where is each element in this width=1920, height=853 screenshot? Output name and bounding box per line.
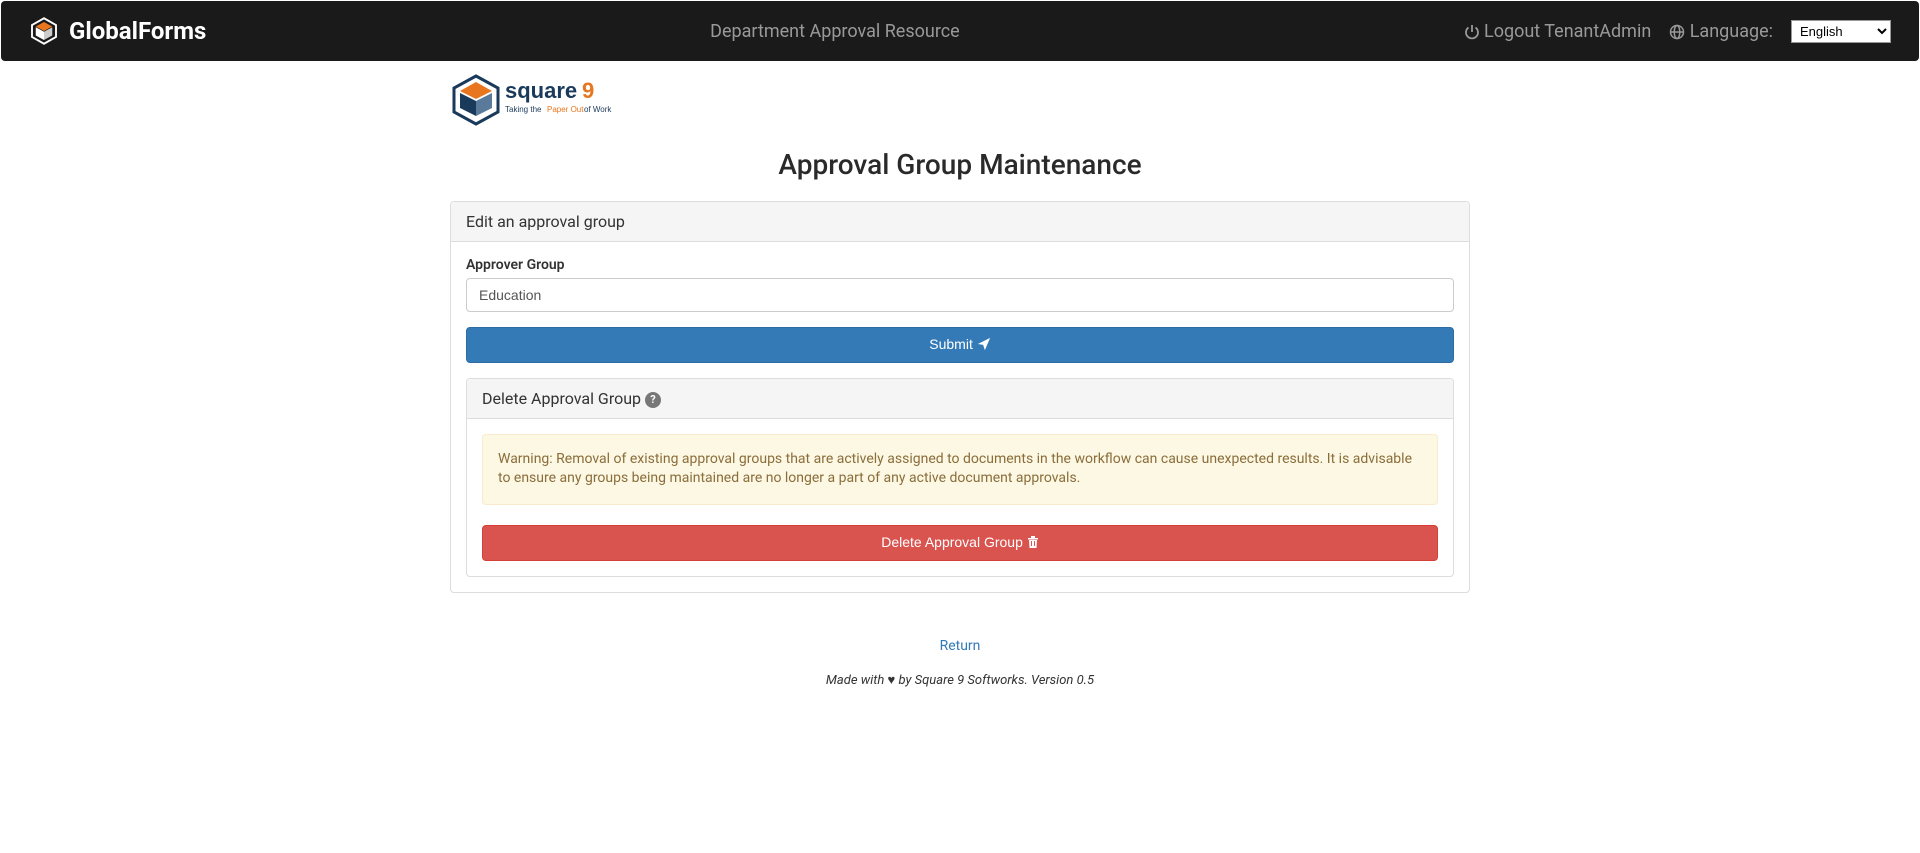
delete-panel-heading: Delete Approval Group ? [467, 379, 1453, 419]
navbar-title: Department Approval Resource [206, 21, 1463, 42]
svg-text:of Work: of Work [584, 105, 612, 114]
svg-text:Paper Out: Paper Out [547, 105, 584, 114]
edit-panel: Edit an approval group Approver Group Su… [450, 201, 1470, 593]
help-icon[interactable]: ? [645, 392, 661, 408]
language-select[interactable]: English [1791, 20, 1891, 43]
logo-section: square 9 Taking the Paper Out of Work [450, 74, 1470, 134]
square9-logo: square 9 Taking the Paper Out of Work [450, 74, 633, 126]
approver-group-input[interactable] [466, 278, 1454, 312]
logout-link[interactable]: Logout TenantAdmin [1464, 21, 1652, 42]
navbar-right: Logout TenantAdmin Language: English [1464, 20, 1891, 43]
language-label: Language: [1690, 21, 1773, 42]
power-icon [1464, 24, 1480, 40]
warning-alert: Warning: Removal of existing approval gr… [482, 434, 1438, 505]
footer-credits: Made with ♥ by Square 9 Softworks. Versi… [450, 672, 1470, 688]
delete-panel-heading-text: Delete Approval Group [482, 389, 641, 408]
approver-group-label: Approver Group [466, 257, 1454, 273]
logout-label: Logout TenantAdmin [1484, 21, 1651, 42]
language-section: Language: [1669, 21, 1773, 42]
brand-logo-icon [29, 16, 59, 46]
return-link[interactable]: Return [450, 638, 1470, 654]
svg-text:square: square [505, 78, 577, 103]
brand-text: GlobalForms [69, 17, 206, 45]
main-container: square 9 Taking the Paper Out of Work Ap… [450, 62, 1470, 728]
paper-plane-icon [977, 337, 991, 354]
page-title: Approval Group Maintenance [450, 148, 1470, 181]
submit-button[interactable]: Submit [466, 327, 1454, 363]
trash-icon [1027, 535, 1039, 552]
delete-panel: Delete Approval Group ? Warning: Removal… [466, 378, 1454, 577]
brand[interactable]: GlobalForms [29, 16, 206, 46]
navbar: GlobalForms Department Approval Resource… [1, 1, 1919, 61]
delete-button[interactable]: Delete Approval Group [482, 525, 1438, 561]
svg-text:Taking the: Taking the [505, 105, 542, 114]
edit-panel-heading: Edit an approval group [451, 202, 1469, 242]
globe-icon [1669, 24, 1685, 40]
svg-text:9: 9 [582, 78, 594, 103]
submit-label: Submit [929, 336, 973, 352]
delete-label: Delete Approval Group [881, 534, 1023, 550]
